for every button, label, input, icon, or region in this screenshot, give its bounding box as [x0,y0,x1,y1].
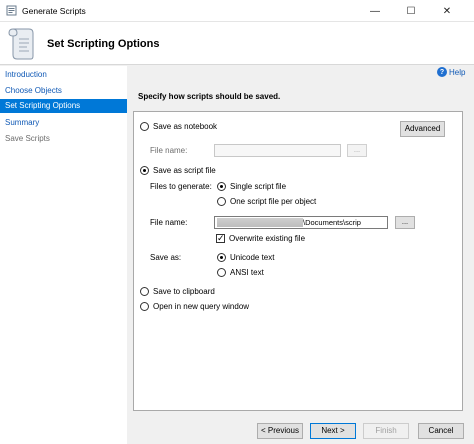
nav-item-choose-objects[interactable]: Choose Objects [0,84,127,98]
help-icon: ? [437,67,447,77]
page-heading: Set Scripting Options [47,38,160,50]
checkmark-icon: ✓ [217,233,225,243]
overwrite-checkbox[interactable]: ✓ [216,233,225,243]
one-file-per-object-radio[interactable] [217,197,226,206]
nav-item-summary[interactable]: Summary [0,116,127,130]
notebook-file-name-label: File name: [150,146,188,155]
files-to-generate-label: Files to generate: [150,182,212,191]
maximize-button[interactable]: ☐ [396,0,426,22]
nav-item-set-scripting-options[interactable]: Set Scripting Options [0,99,127,113]
unicode-text-label[interactable]: Unicode text [230,253,274,262]
save-as-notebook-radio[interactable] [140,122,149,131]
redacted-path [217,218,303,227]
nav-item-save-scripts: Save Scripts [5,134,50,143]
previous-button[interactable]: < Previous [257,423,303,439]
save-to-clipboard-radio[interactable] [140,287,149,296]
unicode-text-radio[interactable] [217,253,226,262]
script-file-name-label: File name: [150,218,188,227]
notebook-file-name-input[interactable] [214,144,341,157]
nav-item-introduction[interactable]: Introduction [0,68,127,82]
script-file-name-value: \Documents\scrip [303,218,361,227]
title-bar: Generate Scripts — ☐ ✕ [0,0,474,22]
ansi-text-radio[interactable] [217,268,226,277]
open-new-query-label[interactable]: Open in new query window [153,302,249,311]
wizard-nav: Introduction Choose Objects Set Scriptin… [0,66,127,444]
cancel-button[interactable]: Cancel [418,423,464,439]
save-as-script-file-radio[interactable] [140,166,149,175]
instruction-text: Specify how scripts should be saved. [138,92,281,101]
script-scroll-icon [8,28,34,60]
wizard-header: Set Scripting Options [0,22,474,65]
save-as-notebook-label[interactable]: Save as notebook [153,122,217,131]
app-icon [6,5,17,16]
script-file-name-input[interactable]: \Documents\scrip [214,216,388,229]
close-button[interactable]: ✕ [432,0,462,22]
ansi-text-label[interactable]: ANSI text [230,268,264,277]
help-label: Help [449,67,466,77]
save-as-script-file-label[interactable]: Save as script file [153,166,216,175]
help-link[interactable]: ? Help [437,67,465,77]
window-title: Generate Scripts [22,6,86,16]
advanced-button[interactable]: Advanced [400,121,445,137]
save-as-label: Save as: [150,253,182,262]
script-browse-button[interactable]: ... [395,216,415,229]
next-button[interactable]: Next > [310,423,356,439]
save-to-clipboard-label[interactable]: Save to clipboard [153,287,215,296]
one-file-per-object-label[interactable]: One script file per object [230,197,316,206]
single-script-file-label[interactable]: Single script file [230,182,286,191]
notebook-browse-button[interactable]: ... [347,144,367,157]
finish-button: Finish [363,423,409,439]
minimize-button[interactable]: — [360,0,390,22]
open-new-query-radio[interactable] [140,302,149,311]
overwrite-label[interactable]: Overwrite existing file [229,234,305,243]
single-script-file-radio[interactable] [217,182,226,191]
